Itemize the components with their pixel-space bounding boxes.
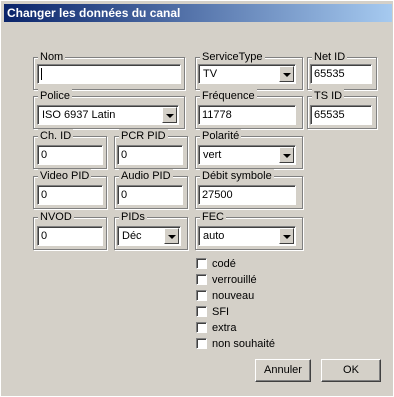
checkbox-box[interactable] bbox=[196, 290, 207, 301]
fec-value: auto bbox=[203, 230, 225, 242]
ok-button[interactable]: OK bbox=[321, 359, 381, 382]
polarite-label: Polarité bbox=[200, 129, 242, 143]
window-title: Changer les données du canal bbox=[7, 6, 181, 20]
police-label: Police bbox=[38, 89, 72, 103]
chevron-down-icon bbox=[283, 235, 291, 239]
nom-label: Nom bbox=[38, 50, 66, 64]
pcr-pid-input[interactable]: 0 bbox=[117, 145, 183, 165]
service-type-value: TV bbox=[203, 68, 218, 80]
audio-pid-label: Audio PID bbox=[119, 169, 173, 183]
text-caret bbox=[41, 68, 42, 80]
nvod-input[interactable]: 0 bbox=[37, 226, 103, 246]
fec-select[interactable]: auto bbox=[198, 226, 296, 246]
fec-dropdown-button[interactable] bbox=[279, 228, 294, 244]
video-pid-input[interactable]: 0 bbox=[37, 185, 103, 205]
chevron-down-icon bbox=[283, 73, 291, 77]
chevron-down-icon bbox=[166, 114, 174, 118]
pids-select[interactable]: Déc bbox=[117, 226, 181, 246]
debit-symbole-input[interactable]: 27500 bbox=[198, 185, 296, 205]
police-dropdown-button[interactable] bbox=[162, 107, 177, 123]
pids-dropdown-button[interactable] bbox=[164, 228, 179, 244]
ch-id-label: Ch. ID bbox=[38, 129, 74, 143]
checkbox-label: non souhaité bbox=[212, 338, 275, 350]
audio-pid-input[interactable]: 0 bbox=[117, 185, 183, 205]
police-select[interactable]: ISO 6937 Latin bbox=[37, 105, 179, 125]
service-type-label: ServiceType bbox=[200, 50, 265, 64]
checkbox-label: SFI bbox=[212, 306, 230, 318]
fec-label: FEC bbox=[200, 210, 226, 224]
pids-label: PIDs bbox=[119, 210, 147, 224]
chevron-down-icon bbox=[168, 235, 176, 239]
polarite-value: vert bbox=[203, 149, 222, 161]
checkbox-box[interactable] bbox=[196, 338, 207, 349]
checkbox-label: verrouillé bbox=[212, 274, 257, 286]
chevron-down-icon bbox=[283, 154, 291, 158]
net-id-input[interactable]: 65535 bbox=[310, 64, 372, 84]
video-pid-label: Video PID bbox=[38, 169, 92, 183]
title-bar[interactable]: Changer les données du canal bbox=[4, 4, 392, 22]
checkbox-box[interactable] bbox=[196, 322, 207, 333]
polarite-dropdown-button[interactable] bbox=[279, 147, 294, 163]
checkbox-label: nouveau bbox=[212, 290, 255, 302]
nom-input[interactable] bbox=[37, 64, 181, 84]
checkbox-label: codé bbox=[212, 258, 236, 270]
nvod-label: NVOD bbox=[38, 210, 74, 224]
checkbox-label: extra bbox=[212, 322, 237, 334]
cancel-button[interactable]: Annuler bbox=[255, 359, 311, 382]
service-type-select[interactable]: TV bbox=[198, 64, 296, 84]
police-value: ISO 6937 Latin bbox=[42, 109, 116, 121]
polarite-select[interactable]: vert bbox=[198, 145, 296, 165]
checkbox-box[interactable] bbox=[196, 258, 207, 269]
channel-edit-dialog: Changer les données du canal Nom Service… bbox=[0, 0, 394, 397]
checkbox-box[interactable] bbox=[196, 306, 207, 317]
pids-value: Déc bbox=[122, 230, 142, 242]
frequence-input[interactable]: 11778 bbox=[198, 105, 296, 125]
debit-symbole-label: Débit symbole bbox=[200, 169, 274, 183]
checkbox-box[interactable] bbox=[196, 274, 207, 285]
net-id-label: Net ID bbox=[312, 50, 348, 64]
ts-id-label: TS ID bbox=[312, 89, 345, 103]
ch-id-input[interactable]: 0 bbox=[37, 145, 103, 165]
pcr-pid-label: PCR PID bbox=[119, 129, 168, 143]
frequence-label: Fréquence bbox=[200, 89, 257, 103]
ts-id-input[interactable]: 65535 bbox=[310, 105, 372, 125]
service-type-dropdown-button[interactable] bbox=[279, 66, 294, 82]
